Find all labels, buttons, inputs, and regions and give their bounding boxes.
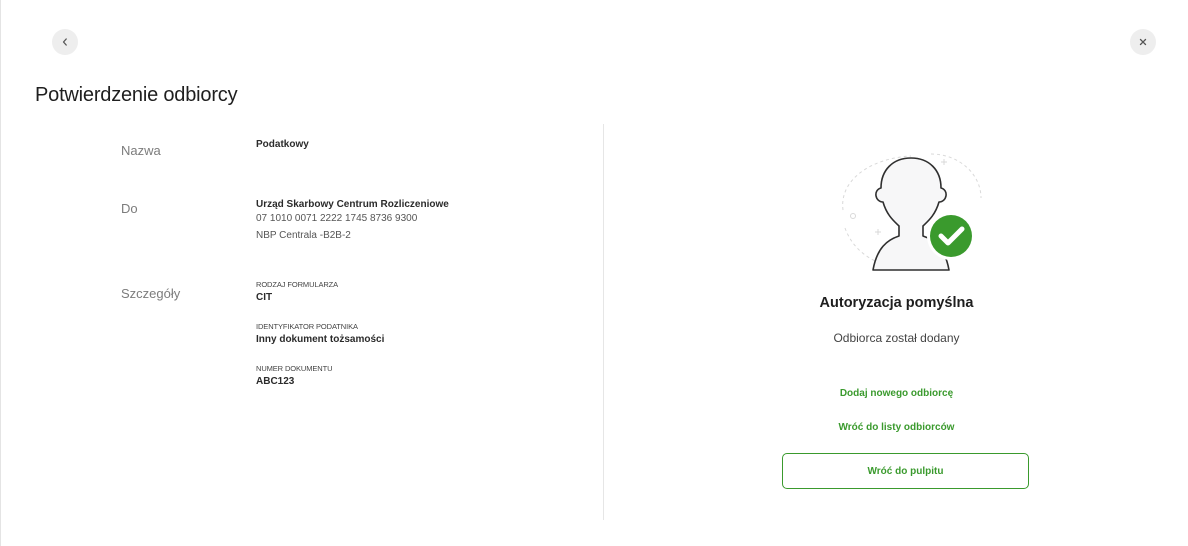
recipient-bank: NBP Centrala -B2B-2 (256, 230, 351, 241)
back-button[interactable] (52, 29, 78, 55)
doc-number-value: ABC123 (256, 376, 295, 387)
recipient-name: Urząd Skarbowy Centrum Rozliczeniowe (256, 199, 449, 210)
add-new-recipient-link[interactable]: Dodaj nowego odbiorcę (604, 388, 1188, 399)
taxpayer-id-value: Inny dokument tożsamości (256, 334, 385, 345)
column-divider (603, 124, 604, 520)
close-icon (1139, 38, 1147, 46)
page-title: Potwierdzenie odbiorcy (35, 84, 238, 106)
chevron-left-icon (62, 38, 67, 46)
details-label: Szczegóły (121, 286, 181, 301)
recipient-account: 07 1010 0071 2222 1745 8736 9300 (256, 213, 418, 224)
name-value: Podatkowy (256, 139, 309, 150)
recipient-block: Urząd Skarbowy Centrum Rozliczeniowe 07 … (256, 199, 449, 244)
success-title: Autoryzacja pomyślna (819, 295, 974, 311)
confirmation-screen: Potwierdzenie odbiorcy Nazwa Podatkowy D… (0, 0, 1188, 546)
details-block: RODZAJ FORMULARZA CIT IDENTYFIKATOR PODA… (256, 280, 384, 387)
to-label: Do (121, 201, 138, 216)
back-to-dashboard-button[interactable]: Wróć do pulpitu (782, 453, 1029, 489)
taxpayer-id-label: IDENTYFIKATOR PODATNIKA (256, 322, 358, 331)
form-type-value: CIT (256, 292, 273, 303)
close-button[interactable] (1130, 29, 1156, 55)
user-success-icon (842, 153, 982, 271)
success-subtitle: Odbiorca został dodany (833, 331, 960, 345)
back-to-recipients-link[interactable]: Wróć do listy odbiorców (604, 422, 1188, 433)
name-label: Nazwa (121, 143, 161, 158)
doc-number-label: NUMER DOKUMENTU (256, 364, 333, 373)
form-type-label: RODZAJ FORMULARZA (256, 280, 339, 289)
